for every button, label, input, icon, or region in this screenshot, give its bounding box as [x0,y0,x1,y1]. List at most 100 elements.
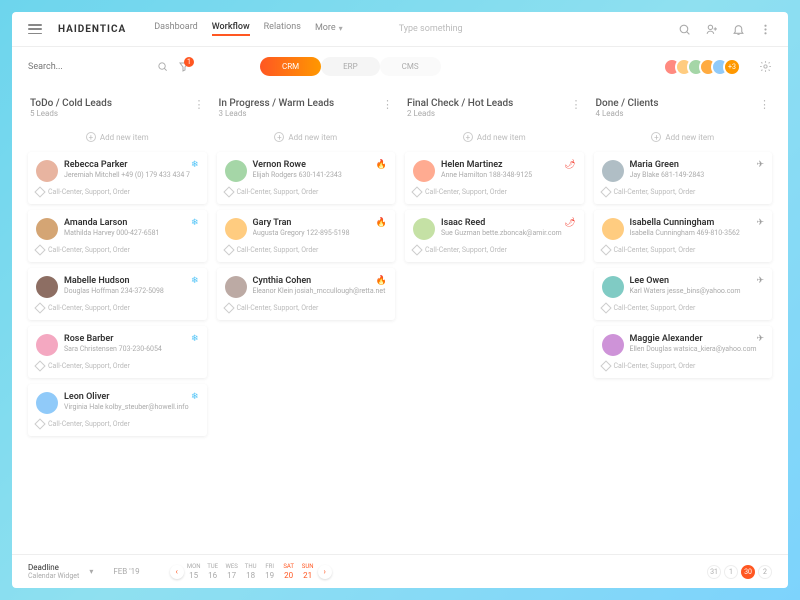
nav-more[interactable]: More▾ [315,22,343,36]
tag-icon [34,360,45,371]
lead-tags: Call-Center, Support, Order [602,304,765,312]
tag-icon [223,186,234,197]
page-button[interactable]: 2 [758,565,772,579]
lead-name: Helen Martinez [441,160,576,170]
hamburger-icon[interactable] [28,24,42,34]
page-button[interactable]: 30 [741,565,755,579]
lead-name: Isabella Cunningham [630,218,765,228]
avatar [413,160,435,182]
tag-icon [600,186,611,197]
lead-meta: Sara Christensen 703-230-6054 [64,345,199,353]
add-new-button[interactable]: +Add new item [405,128,584,146]
avatar [602,218,624,240]
cal-next[interactable]: › [318,565,332,579]
cal-day[interactable]: FRI19 [261,563,279,580]
more-icon[interactable] [759,23,772,36]
lead-card[interactable]: Cynthia CohenEleanor Klein josiah_mccull… [217,268,396,320]
lead-card[interactable]: Isaac ReedSue Guzman bette.zboncak@amir.… [405,210,584,262]
lead-card[interactable]: Isabella CunninghamIsabella Cunningham 4… [594,210,773,262]
top-icons [678,23,772,36]
cal-day[interactable]: THU18 [242,563,260,580]
filter-badge: 1 [184,57,194,67]
column-menu-icon[interactable]: ⋮ [382,98,393,111]
avatar [225,276,247,298]
tag-icon [34,418,45,429]
footer: Deadline Calendar Widget ▾ FEB '19 ‹MON1… [12,554,788,588]
status-icon: 🌶 [564,218,575,228]
tag-icon [34,186,45,197]
cal-day[interactable]: MON15 [185,563,203,580]
lead-card[interactable]: Rebecca ParkerJeremiah Mitchell +49 (0) … [28,152,207,204]
pill-erp[interactable]: ERP [321,57,380,76]
lead-name: Cynthia Cohen [253,276,388,286]
column-sub: 2 Leads [407,109,513,118]
lead-tags: Call-Center, Support, Order [225,188,388,196]
column-menu-icon[interactable]: ⋮ [571,98,582,111]
tag-icon [600,360,611,371]
cal-prev[interactable]: ‹ [170,565,184,579]
gear-icon[interactable] [759,60,772,73]
lead-tags: Call-Center, Support, Order [225,304,388,312]
status-icon: ✈ [756,276,764,286]
pill-cms[interactable]: CMS [380,57,441,76]
status-icon: ❄ [191,276,199,286]
column-menu-icon[interactable]: ⋮ [194,98,205,111]
filter-icon[interactable]: 1 [178,61,190,73]
top-search-input[interactable]: Type something [399,24,662,34]
lead-meta: Augusta Gregory 122-895-5198 [253,229,388,237]
status-icon: ✈ [756,334,764,344]
lead-card[interactable]: Mabelle HudsonDouglas Hoffman 234-372-50… [28,268,207,320]
deadline-widget[interactable]: Deadline Calendar Widget [28,563,79,580]
tag-icon [223,302,234,313]
deadline-label: Deadline [28,563,79,572]
lead-card[interactable]: Maria GreenJay Blake 681-149-2843✈Call-C… [594,152,773,204]
nav-relations[interactable]: Relations [264,22,301,36]
status-icon: ❄ [191,392,199,402]
lead-card[interactable]: Helen MartinezAnne Hamilton 188-348-9125… [405,152,584,204]
lead-card[interactable]: Rose BarberSara Christensen 703-230-6054… [28,326,207,378]
cal-day[interactable]: TUE16 [204,563,222,580]
lead-meta: Sue Guzman bette.zboncak@amir.com [441,229,576,237]
search-input[interactable] [28,62,151,72]
lead-card[interactable]: Maggie AlexanderEllen Douglas watsica_ki… [594,326,773,378]
cal-day[interactable]: SUN21 [299,563,317,580]
tag-icon [600,244,611,255]
lead-card[interactable]: Gary TranAugusta Gregory 122-895-5198🔥Ca… [217,210,396,262]
lead-name: Gary Tran [253,218,388,228]
bell-icon[interactable] [732,23,745,36]
nav-workflow[interactable]: Workflow [212,22,250,36]
nav-dashboard[interactable]: Dashboard [154,22,198,36]
avatar [36,276,58,298]
status-icon: 🔥 [376,218,387,228]
add-new-button[interactable]: +Add new item [594,128,773,146]
cal-day[interactable]: WES17 [223,563,241,580]
chevron-down-icon[interactable]: ▾ [89,567,93,576]
status-icon: ❄ [191,218,199,228]
month-label: FEB '19 [113,567,139,576]
avatar [225,160,247,182]
pill-crm[interactable]: CRM [260,57,321,76]
main-nav: Dashboard Workflow Relations More▾ [154,22,342,36]
lead-card[interactable]: Amanda LarsonMathilda Harvey 000-427-658… [28,210,207,262]
lead-card[interactable]: Vernon RoweElijah Rodgers 630-141-2343🔥C… [217,152,396,204]
user-add-icon[interactable] [705,23,718,36]
add-new-button[interactable]: +Add new item [217,128,396,146]
status-icon: ❄ [191,334,199,344]
add-new-button[interactable]: +Add new item [28,128,207,146]
kanban-board: ToDo / Cold Leads5 Leads⋮+Add new itemRe… [12,86,788,554]
column-menu-icon[interactable]: ⋮ [759,98,770,111]
search-icon[interactable] [678,23,691,36]
avatar [36,392,58,414]
avatar-more[interactable]: +3 [723,58,741,76]
cal-day[interactable]: SAT20 [280,563,298,580]
calendar-days: ‹MON15TUE16WES17THU18FRI19SAT20SUN21› [170,563,332,580]
status-icon: 🔥 [376,276,387,286]
lead-name: Leon Oliver [64,392,199,402]
lead-card[interactable]: Lee OwenKarl Waters jesse_bins@yahoo.com… [594,268,773,320]
page-button[interactable]: 31 [707,565,721,579]
search-icon[interactable] [157,61,168,72]
tag-icon [34,302,45,313]
page-button[interactable]: 1 [724,565,738,579]
avatar [413,218,435,240]
lead-card[interactable]: Leon OliverVirginia Hale kolby_steuber@h… [28,384,207,436]
